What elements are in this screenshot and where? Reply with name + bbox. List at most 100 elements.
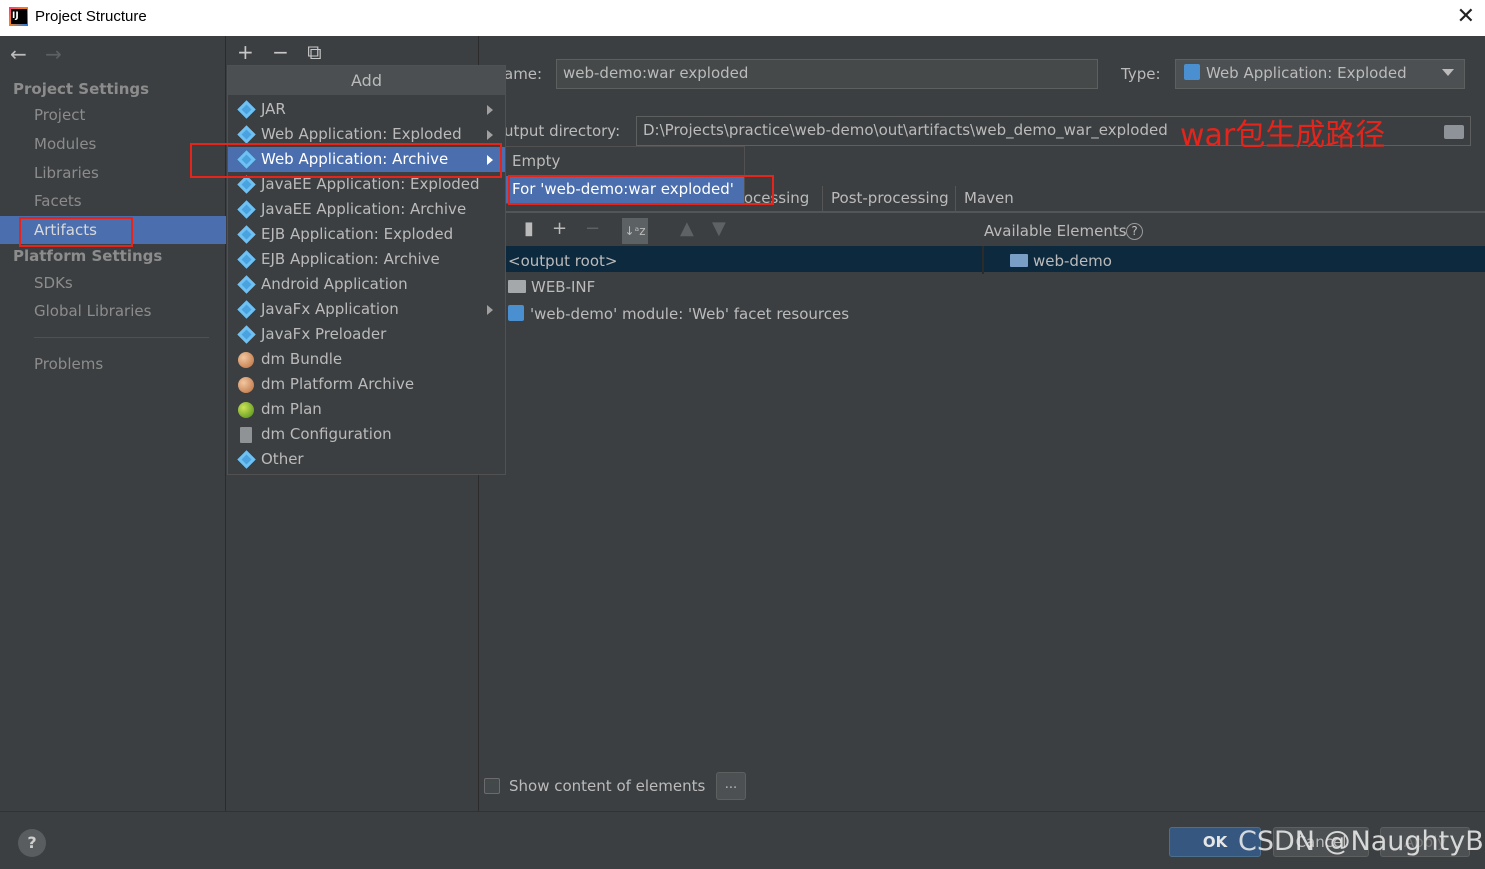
web-app-icon bbox=[237, 125, 256, 144]
project-settings-heading: Project Settings bbox=[13, 80, 150, 98]
tab-post-processing[interactable]: Post-processing bbox=[822, 186, 957, 212]
csdn-watermark: CSDN @NaughtyBo bbox=[1238, 826, 1485, 857]
tab-maven[interactable]: Maven bbox=[955, 186, 1022, 212]
chevron-down-icon bbox=[1442, 69, 1454, 76]
sidebar-item-project[interactable]: Project bbox=[34, 106, 85, 124]
sidebar-item-global-libraries[interactable]: Global Libraries bbox=[34, 302, 151, 320]
settings-sidebar: ← → Project Settings Project Modules Lib… bbox=[0, 36, 226, 811]
browse-folder-icon[interactable] bbox=[1444, 125, 1464, 139]
menu-item-javaee-archive[interactable]: JavaEE Application: Archive bbox=[228, 197, 505, 222]
sidebar-item-sdks[interactable]: SDKs bbox=[34, 274, 73, 292]
menu-item-label: JavaEE Application: Exploded bbox=[261, 175, 480, 193]
menu-item-label: JavaFx Preloader bbox=[261, 325, 387, 343]
nav-arrows: ← → bbox=[10, 42, 74, 66]
web-inf-node[interactable]: WEB-INF bbox=[508, 278, 595, 296]
tree-splitter[interactable] bbox=[982, 246, 984, 274]
submenu-item-for-web-demo[interactable]: For 'web-demo:war exploded' bbox=[506, 176, 744, 203]
artifact-name-field[interactable]: web-demo:war exploded bbox=[556, 59, 1098, 89]
add-artifact-menu: Add JAR Web Application: Exploded Web Ap… bbox=[227, 65, 506, 475]
name-label: ame: bbox=[504, 65, 543, 83]
help-icon[interactable]: ? bbox=[18, 829, 46, 857]
menu-item-ejb-archive[interactable]: EJB Application: Archive bbox=[228, 247, 505, 272]
output-root-node[interactable]: <output root> bbox=[508, 252, 617, 270]
menu-item-label: EJB Application: Archive bbox=[261, 250, 440, 268]
help-circle-icon[interactable]: ? bbox=[1126, 223, 1143, 240]
available-elements-label: Available Elements bbox=[984, 222, 1127, 240]
menu-item-javafx-preloader[interactable]: JavaFx Preloader bbox=[228, 322, 505, 347]
menu-item-label: dm Bundle bbox=[261, 350, 343, 368]
menu-item-label: dm Configuration bbox=[261, 425, 392, 443]
dm-bundle-icon bbox=[238, 352, 254, 368]
menu-item-dm-platform-archive[interactable]: dm Platform Archive bbox=[228, 372, 505, 397]
available-web-demo-node[interactable]: web-demo bbox=[1010, 252, 1112, 270]
menu-item-web-exploded[interactable]: Web Application: Exploded bbox=[228, 122, 505, 147]
ejb-icon bbox=[237, 250, 256, 269]
menu-item-label: Web Application: Archive bbox=[261, 150, 449, 168]
menu-item-other[interactable]: Other bbox=[228, 447, 505, 472]
dm-bundle-icon bbox=[238, 377, 254, 393]
available-web-demo-label: web-demo bbox=[1033, 252, 1112, 270]
sidebar-item-libraries[interactable]: Libraries bbox=[34, 164, 99, 182]
back-arrow-icon[interactable]: ← bbox=[10, 42, 27, 66]
window-title: Project Structure bbox=[35, 8, 147, 25]
show-content-options-button[interactable]: ... bbox=[716, 772, 746, 800]
javaee-icon bbox=[237, 200, 256, 219]
menu-item-label: JavaEE Application: Archive bbox=[261, 200, 467, 218]
submenu-arrow-icon bbox=[487, 305, 493, 315]
dm-plan-icon bbox=[238, 402, 254, 418]
facet-resources-node[interactable]: 'web-demo' module: 'Web' facet resources bbox=[508, 305, 849, 323]
copy-icon[interactable]: ⧉ bbox=[307, 40, 321, 64]
sort-az-icon[interactable]: ↓ᵃz bbox=[622, 218, 648, 244]
show-content-checkbox[interactable] bbox=[484, 778, 500, 794]
javaee-icon bbox=[237, 175, 256, 194]
add-menu-title: Add bbox=[228, 66, 505, 95]
add-element-icon[interactable]: + bbox=[552, 218, 567, 239]
menu-item-javaee-exploded[interactable]: JavaEE Application: Exploded bbox=[228, 172, 505, 197]
submenu-item-empty[interactable]: Empty bbox=[506, 148, 744, 175]
red-annotation-text: war包生成路径 bbox=[1180, 118, 1386, 153]
web-app-icon bbox=[237, 150, 256, 169]
submenu-arrow-icon bbox=[487, 130, 493, 140]
menu-item-label: dm Plan bbox=[261, 400, 322, 418]
menu-item-dm-bundle[interactable]: dm Bundle bbox=[228, 347, 505, 372]
web-archive-submenu: Empty For 'web-demo:war exploded' bbox=[505, 146, 745, 204]
remove-element-icon[interactable]: − bbox=[585, 218, 600, 239]
forward-arrow-icon[interactable]: → bbox=[45, 42, 62, 66]
move-up-icon[interactable]: ▲ bbox=[680, 218, 694, 239]
sidebar-item-artifacts[interactable]: Artifacts bbox=[0, 216, 226, 244]
move-down-icon[interactable]: ▼ bbox=[712, 218, 726, 239]
close-icon[interactable]: ✕ bbox=[1457, 4, 1475, 29]
menu-item-javafx-app[interactable]: JavaFx Application bbox=[228, 297, 505, 322]
show-content-label: Show content of elements bbox=[509, 777, 706, 795]
menu-item-label: EJB Application: Exploded bbox=[261, 225, 454, 243]
sidebar-item-problems[interactable]: Problems bbox=[34, 355, 103, 373]
sidebar-item-facets[interactable]: Facets bbox=[34, 192, 82, 210]
facet-resources-label: 'web-demo' module: 'Web' facet resources bbox=[530, 305, 850, 323]
menu-item-ejb-exploded[interactable]: EJB Application: Exploded bbox=[228, 222, 505, 247]
artifact-type-value: Web Application: Exploded bbox=[1206, 64, 1407, 82]
platform-settings-heading: Platform Settings bbox=[13, 247, 163, 265]
artifact-type-select[interactable]: Web Application: Exploded bbox=[1175, 59, 1465, 89]
artifacts-toolbar: + − ⧉ bbox=[237, 40, 334, 64]
menu-item-label: JavaFx Application bbox=[261, 300, 399, 318]
folder-icon bbox=[508, 280, 526, 293]
jar-diamond-icon bbox=[237, 100, 256, 119]
remove-icon[interactable]: − bbox=[272, 40, 289, 64]
android-diamond-icon bbox=[237, 275, 256, 294]
menu-item-web-archive[interactable]: Web Application: Archive bbox=[228, 147, 505, 172]
sidebar-item-artifacts-label: Artifacts bbox=[34, 221, 97, 239]
menu-item-jar[interactable]: JAR bbox=[228, 97, 505, 122]
archive-icon[interactable]: ▮ bbox=[524, 218, 534, 239]
menu-item-android[interactable]: Android Application bbox=[228, 272, 505, 297]
javafx-diamond-icon bbox=[237, 325, 256, 344]
tab-underline bbox=[480, 211, 1485, 213]
menu-item-label: JAR bbox=[261, 100, 286, 118]
module-folder-icon bbox=[1010, 254, 1028, 267]
menu-item-label: Other bbox=[261, 450, 304, 468]
sidebar-divider bbox=[34, 337, 209, 338]
sidebar-item-modules[interactable]: Modules bbox=[34, 135, 96, 153]
javafx-diamond-icon bbox=[237, 300, 256, 319]
add-icon[interactable]: + bbox=[237, 40, 254, 64]
menu-item-dm-configuration[interactable]: dm Configuration bbox=[228, 422, 505, 447]
menu-item-dm-plan[interactable]: dm Plan bbox=[228, 397, 505, 422]
